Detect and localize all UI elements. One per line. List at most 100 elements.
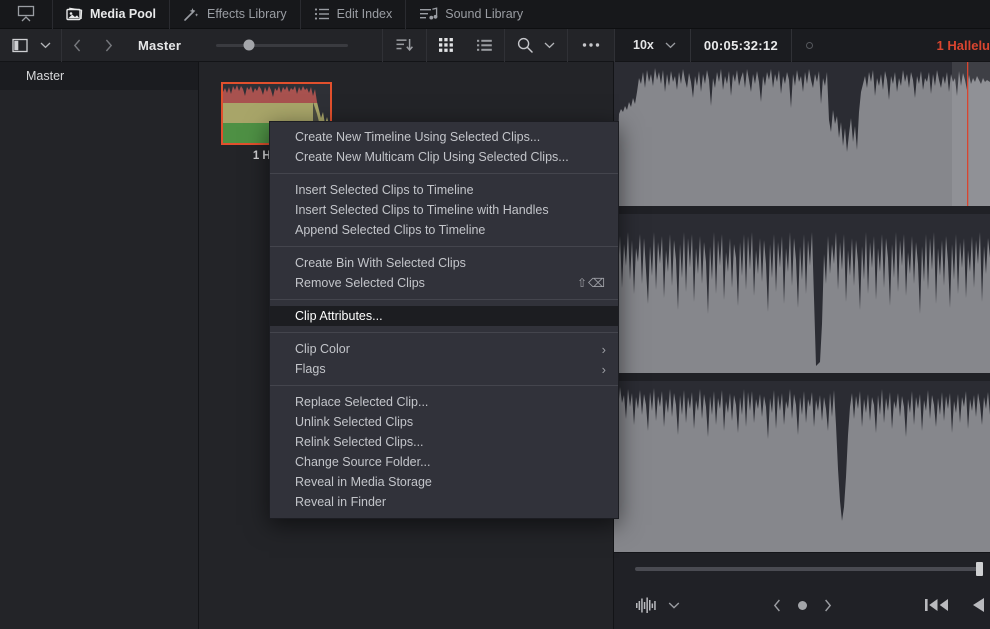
viewer-toolbar: 10x 00:05:32:12 1 Hallelu bbox=[614, 28, 990, 62]
thumbnail-size-slider[interactable] bbox=[181, 39, 382, 51]
menu-divider bbox=[270, 332, 618, 333]
scrollbar-thumb[interactable] bbox=[976, 562, 983, 576]
zoom-level-selector[interactable]: 10x bbox=[615, 29, 690, 62]
context-menu-group: Insert Selected Clips to Timeline Insert… bbox=[270, 180, 618, 240]
tab-edit-index[interactable]: Edit Index bbox=[301, 0, 406, 29]
record-circle-icon[interactable] bbox=[806, 41, 813, 49]
menu-item-replace-selected-clip[interactable]: Replace Selected Clip... bbox=[270, 392, 618, 412]
menu-divider bbox=[270, 299, 618, 300]
chevron-right-icon: › bbox=[601, 361, 606, 377]
waveform-track-1-graphic bbox=[614, 62, 990, 206]
menu-item-append-clips-to-timeline[interactable]: Append Selected Clips to Timeline bbox=[270, 220, 618, 240]
sidebar-dropdown-button[interactable] bbox=[38, 29, 61, 62]
audio-transport-bar bbox=[614, 552, 990, 629]
menu-item-label: Insert Selected Clips to Timeline with H… bbox=[295, 203, 549, 217]
slider-knob[interactable] bbox=[243, 39, 255, 51]
sort-descending-icon bbox=[396, 39, 413, 52]
context-menu-group: Create Bin With Selected Clips Remove Se… bbox=[270, 253, 618, 293]
list-view-button[interactable] bbox=[465, 29, 504, 62]
waveform-track-1[interactable] bbox=[614, 62, 990, 206]
more-options-button[interactable] bbox=[568, 29, 614, 62]
menu-item-label: Append Selected Clips to Timeline bbox=[295, 223, 486, 237]
clip-context-menu[interactable]: Create New Timeline Using Selected Clips… bbox=[269, 121, 619, 519]
menu-divider bbox=[270, 246, 618, 247]
media-pool-toolbar: Master bbox=[0, 28, 614, 62]
menu-item-unlink-selected-clips[interactable]: Unlink Selected Clips bbox=[270, 412, 618, 432]
list-view-icon bbox=[477, 39, 492, 51]
menu-item-flags[interactable]: Flags › bbox=[270, 359, 618, 379]
menu-divider bbox=[270, 385, 618, 386]
skip-to-start-button[interactable] bbox=[924, 596, 950, 614]
menu-item-label: Clip Color bbox=[295, 342, 350, 356]
menu-item-label: Insert Selected Clips to Timeline bbox=[295, 183, 474, 197]
menu-item-create-bin-with-clips[interactable]: Create Bin With Selected Clips bbox=[270, 253, 618, 273]
menu-item-create-new-multicam-clip[interactable]: Create New Multicam Clip Using Selected … bbox=[270, 147, 618, 167]
tab-edit-index-label: Edit Index bbox=[336, 7, 393, 21]
edit-index-list-icon bbox=[314, 8, 329, 20]
back-button[interactable] bbox=[62, 29, 93, 62]
sidebar-item-master[interactable]: Master bbox=[0, 62, 198, 90]
audio-waveform-icon[interactable] bbox=[636, 597, 658, 613]
chevron-down-icon[interactable] bbox=[668, 601, 680, 609]
tab-media-pool-label: Media Pool bbox=[90, 7, 156, 21]
menu-item-create-new-timeline[interactable]: Create New Timeline Using Selected Clips… bbox=[270, 127, 618, 147]
chevron-left-icon bbox=[73, 39, 81, 51]
tab-effects-library[interactable]: Effects Library bbox=[170, 0, 300, 29]
menu-item-insert-clips-with-handles[interactable]: Insert Selected Clips to Timeline with H… bbox=[270, 200, 618, 220]
context-menu-group: Create New Timeline Using Selected Clips… bbox=[270, 127, 618, 167]
tab-sound-library-label: Sound Library bbox=[445, 7, 524, 21]
menu-item-label: Change Source Folder... bbox=[295, 455, 431, 469]
menu-item-label: Create New Multicam Clip Using Selected … bbox=[295, 150, 569, 164]
menu-item-label: Flags bbox=[295, 362, 326, 376]
context-menu-group: Clip Attributes... bbox=[270, 306, 618, 326]
sound-library-icon bbox=[420, 6, 438, 19]
zoom-level-value: 10x bbox=[633, 38, 654, 52]
menu-item-insert-clips-to-timeline[interactable]: Insert Selected Clips to Timeline bbox=[270, 180, 618, 200]
menu-item-relink-selected-clips[interactable]: Relink Selected Clips... bbox=[270, 432, 618, 452]
search-button[interactable] bbox=[505, 29, 540, 62]
menu-item-change-source-folder[interactable]: Change Source Folder... bbox=[270, 452, 618, 472]
tab-media-pool[interactable]: Media Pool bbox=[53, 0, 169, 29]
search-options-button[interactable] bbox=[540, 29, 567, 62]
menu-item-reveal-in-finder[interactable]: Reveal in Finder bbox=[270, 492, 618, 512]
menu-item-label: Relink Selected Clips... bbox=[295, 435, 424, 449]
waveform-track-2[interactable] bbox=[614, 214, 990, 373]
context-menu-group: Replace Selected Clip... Unlink Selected… bbox=[270, 392, 618, 512]
tab-effects-library-label: Effects Library bbox=[206, 7, 287, 21]
search-icon bbox=[517, 37, 533, 53]
menu-item-label: Create New Timeline Using Selected Clips… bbox=[295, 130, 541, 144]
horizontal-scrollbar[interactable] bbox=[635, 562, 983, 576]
previous-marker-button[interactable] bbox=[773, 599, 782, 612]
chevron-right-icon: › bbox=[601, 341, 606, 357]
effects-wand-icon bbox=[184, 7, 199, 21]
menu-item-clip-attributes[interactable]: Clip Attributes... bbox=[270, 306, 618, 326]
slider-track[interactable] bbox=[215, 39, 348, 51]
timecode-display[interactable]: 00:05:32:12 bbox=[691, 29, 791, 62]
current-bin-title: Master bbox=[138, 37, 182, 53]
forward-button[interactable] bbox=[93, 29, 124, 62]
waveform-track-2-graphic bbox=[614, 214, 990, 373]
tab-sound-library[interactable]: Sound Library bbox=[406, 0, 536, 29]
grid-view-icon bbox=[439, 38, 453, 52]
menu-item-remove-selected-clips[interactable]: Remove Selected Clips ⇧⌫ bbox=[270, 273, 618, 293]
sort-button[interactable] bbox=[383, 29, 426, 62]
audio-waveform-panel bbox=[614, 62, 990, 629]
menu-item-reveal-in-media-storage[interactable]: Reveal in Media Storage bbox=[270, 472, 618, 492]
grid-view-button[interactable] bbox=[427, 29, 465, 62]
context-menu-group: Clip Color › Flags › bbox=[270, 339, 618, 379]
menu-divider bbox=[270, 173, 618, 174]
menu-item-clip-color[interactable]: Clip Color › bbox=[270, 339, 618, 359]
next-marker-button[interactable] bbox=[823, 599, 832, 612]
play-reverse-button[interactable] bbox=[970, 596, 990, 614]
viewer-toolbar-divider bbox=[791, 28, 792, 62]
sidebar-item-label: Master bbox=[26, 69, 65, 83]
transport-controls bbox=[614, 585, 990, 625]
menu-item-shortcut: ⇧⌫ bbox=[576, 276, 606, 290]
chevron-down-icon bbox=[544, 42, 555, 49]
marker-dot-icon[interactable] bbox=[797, 600, 807, 610]
menu-item-label: Reveal in Finder bbox=[295, 495, 387, 509]
sidebar-toggle-button[interactable] bbox=[0, 29, 38, 62]
chevron-down-icon bbox=[665, 42, 676, 49]
menu-item-label: Replace Selected Clip... bbox=[295, 395, 429, 409]
panel-collapse-button[interactable] bbox=[0, 0, 52, 29]
